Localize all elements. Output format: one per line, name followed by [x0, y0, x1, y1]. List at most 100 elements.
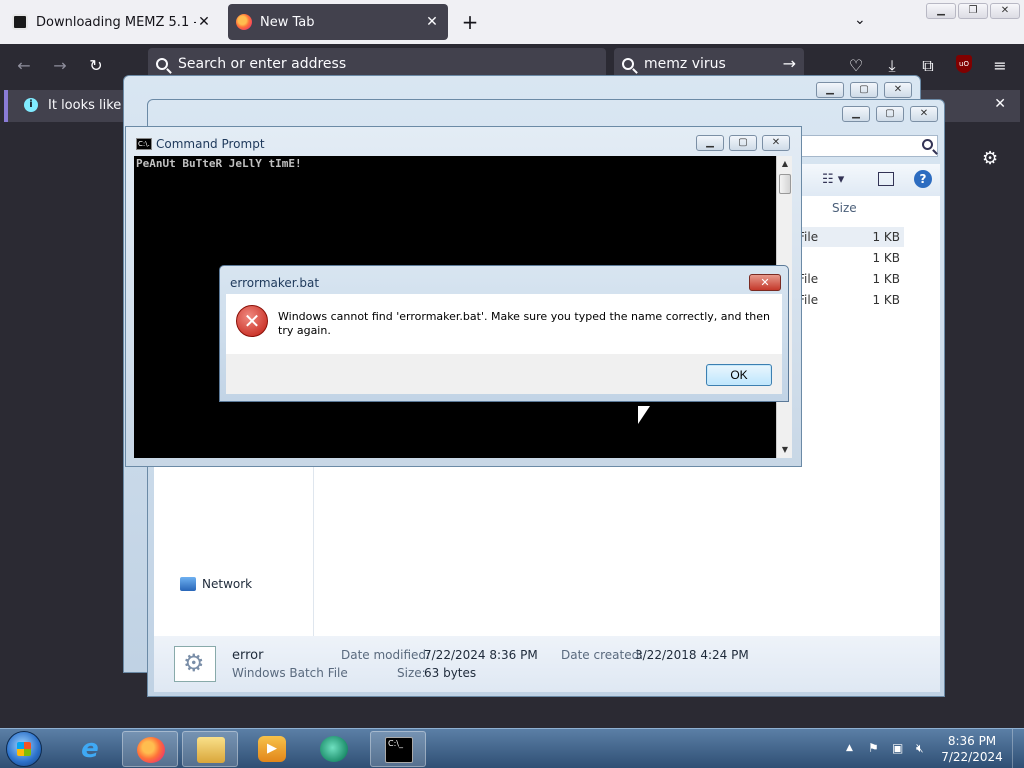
preview-pane-icon[interactable]	[878, 172, 894, 186]
search-value: memz virus	[644, 56, 726, 72]
flag-icon[interactable]: ⚑	[868, 741, 879, 755]
column-header-size[interactable]: Size	[832, 201, 857, 215]
reload-icon[interactable]: ↻	[86, 56, 106, 75]
media-player-icon	[258, 736, 286, 762]
minimize-icon[interactable]: ▁	[696, 135, 724, 151]
date-created-value: 3/22/2018 4:24 PM	[635, 648, 749, 662]
menu-icon[interactable]: ≡	[990, 56, 1010, 75]
close-icon[interactable]: ✕	[749, 274, 781, 291]
search-icon	[622, 58, 634, 70]
speaker-muted-icon[interactable]: 🔇︎	[916, 741, 924, 756]
taskbar-media-player[interactable]	[244, 731, 300, 767]
date-modified-label: Date modified:	[341, 648, 431, 662]
tab-memz-download[interactable]: Downloading MEMZ 5.1 - Gam ✕	[4, 4, 220, 40]
firefox-icon	[236, 14, 252, 30]
tab-new-tab[interactable]: New Tab ✕	[228, 4, 448, 40]
search-icon	[922, 139, 933, 153]
scroll-thumb[interactable]	[779, 174, 791, 194]
dialog-footer: OK	[226, 354, 782, 394]
gear-icon[interactable]: ⚙	[982, 148, 998, 169]
taskbar-explorer[interactable]	[182, 731, 238, 767]
error-dialog: errormaker.bat ✕ ✕ Windows cannot find '…	[219, 265, 789, 402]
restore-button[interactable]: ❐	[958, 3, 988, 19]
close-icon[interactable]: ✕	[884, 82, 912, 98]
taskbar: e C:\_ ▲ ⚑ ▣ 🔇︎ 8:36 PM 7/22/2024	[0, 728, 1024, 768]
system-tray: ▲ ⚑ ▣ 🔇︎ 8:36 PM 7/22/2024	[842, 729, 1024, 768]
site-favicon-icon	[12, 14, 28, 30]
mouse-cursor	[638, 406, 650, 424]
taskbar-internet-explorer[interactable]: e	[62, 731, 118, 767]
table-row[interactable]: File 1 KB	[798, 290, 904, 310]
dialog-title: errormaker.bat	[230, 276, 320, 290]
nav-item-network[interactable]: Network	[180, 577, 252, 591]
search-icon	[156, 58, 168, 70]
help-icon[interactable]: ?	[914, 170, 932, 188]
cmd-icon: C:\.	[136, 138, 152, 150]
info-icon: i	[24, 98, 38, 112]
file-name: error	[232, 648, 264, 663]
change-view-icon[interactable]: ☷ ▾	[822, 172, 844, 187]
forward-icon[interactable]: →	[50, 56, 70, 75]
tab-title: Downloading MEMZ 5.1 - Gam	[36, 14, 196, 30]
scroll-down-icon[interactable]: ▼	[777, 442, 793, 458]
network-icon[interactable]: ▣	[892, 741, 903, 755]
file-size: 1 KB	[872, 293, 900, 307]
firefox-icon	[137, 737, 165, 763]
minimize-icon[interactable]: ▁	[842, 106, 870, 122]
notification-close-icon[interactable]: ✕	[994, 96, 1006, 112]
file-size: 1 KB	[872, 251, 900, 265]
maximize-icon[interactable]: ▢	[850, 82, 878, 98]
batch-file-icon	[174, 646, 216, 682]
network-icon	[180, 577, 196, 591]
console-line: PeAnUt BuTteR JeLlY tImE!	[136, 157, 302, 170]
downloads-icon[interactable]: ⤓	[882, 56, 902, 76]
clock-time[interactable]: 8:36 PM	[936, 734, 1008, 748]
ie-icon: e	[81, 734, 99, 764]
dialog-body: ✕ Windows cannot find 'errormaker.bat'. …	[226, 294, 782, 354]
maximize-icon[interactable]: ▢	[729, 135, 757, 151]
table-row[interactable]: File 1 KB	[798, 269, 904, 289]
new-tab-button[interactable]: +	[460, 10, 480, 34]
close-button[interactable]: ✕	[990, 3, 1020, 19]
scroll-up-icon[interactable]: ▲	[777, 156, 793, 172]
show-desktop-button[interactable]	[1012, 729, 1024, 768]
explorer-search-input[interactable]	[800, 135, 938, 157]
ok-button[interactable]: OK	[706, 364, 772, 386]
file-type: Windows Batch File	[232, 666, 348, 680]
file-size: 1 KB	[872, 230, 900, 244]
start-icon[interactable]	[6, 731, 42, 767]
clock-date[interactable]: 7/22/2024	[936, 750, 1008, 764]
table-row[interactable]: 1 KB	[798, 248, 904, 268]
table-row[interactable]: File 1 KB	[798, 227, 904, 247]
list-all-tabs-button[interactable]: ⌄	[854, 12, 866, 28]
file-size: 1 KB	[872, 272, 900, 286]
tab-title: New Tab	[260, 14, 315, 30]
window-title: Command Prompt	[156, 137, 265, 151]
error-icon: ✕	[236, 305, 268, 337]
url-placeholder: Search or enter address	[178, 56, 347, 72]
size-value: 63 bytes	[424, 666, 477, 680]
extensions-icon[interactable]: ⧉	[918, 56, 938, 76]
details-pane: error Windows Batch File Date modified: …	[154, 636, 940, 692]
ublock-icon[interactable]: uO	[956, 55, 972, 73]
cmd-icon: C:\_	[385, 737, 413, 763]
size-label: Size:	[397, 666, 426, 680]
date-modified-value: 7/22/2024 8:36 PM	[424, 648, 538, 662]
tab-close-icon[interactable]: ✕	[424, 14, 440, 30]
date-created-label: Date created:	[561, 648, 644, 662]
back-icon[interactable]: ←	[14, 56, 34, 75]
taskbar-command-prompt[interactable]: C:\_	[370, 731, 426, 767]
minimize-icon[interactable]: ▁	[816, 82, 844, 98]
tab-close-icon[interactable]: ✕	[196, 14, 212, 30]
search-go-icon[interactable]: →	[783, 54, 796, 73]
taskbar-app[interactable]	[306, 731, 362, 767]
pocket-icon[interactable]: ♡	[846, 56, 866, 75]
taskbar-firefox[interactable]	[122, 731, 178, 767]
app-icon	[320, 736, 348, 762]
browser-tabstrip: Downloading MEMZ 5.1 - Gam ✕ New Tab ✕ +…	[0, 0, 1024, 44]
close-icon[interactable]: ✕	[762, 135, 790, 151]
close-icon[interactable]: ✕	[910, 106, 938, 122]
show-hidden-icons-icon[interactable]: ▲	[846, 743, 853, 753]
minimize-button[interactable]: ▁	[926, 3, 956, 19]
maximize-icon[interactable]: ▢	[876, 106, 904, 122]
